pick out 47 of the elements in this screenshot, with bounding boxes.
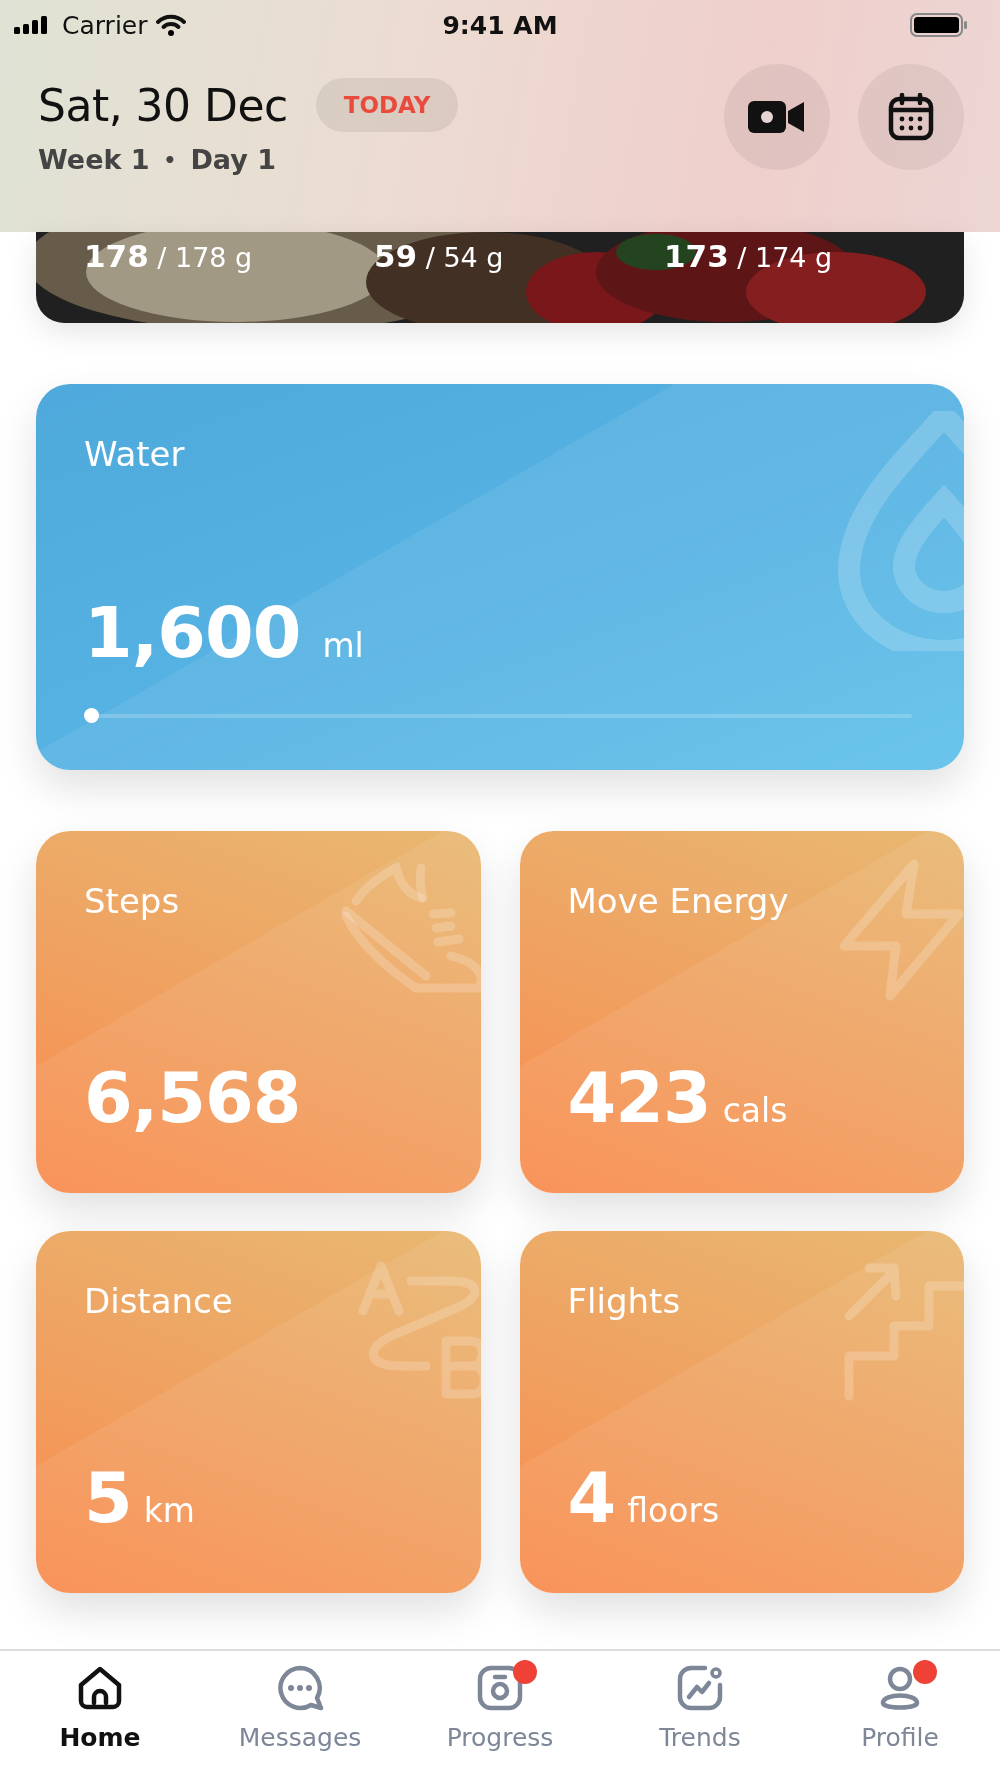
macro-amount: 173 / 174 g [664,238,834,274]
tab-bar-item[interactable]: Trends [600,1651,800,1778]
tab-label: Trends [659,1723,741,1752]
week-label: Week 1 [38,144,150,175]
activity-card[interactable]: Distance 5 km [36,1231,481,1593]
activity-title: Flights [567,1281,682,1321]
tab-label: Profile [861,1723,939,1752]
activity-unit: floors [627,1491,720,1530]
tab-bar-item[interactable]: Profile [800,1651,1000,1778]
scale-icon [475,1663,525,1713]
tab-label: Progress [446,1723,554,1752]
tab-bar-item[interactable]: Messages [200,1651,400,1778]
battery-icon [910,12,968,38]
activity-unit: cals [722,1091,788,1130]
activity-card[interactable]: Flights 4 floors [519,1231,964,1593]
tab-label: Home [59,1723,141,1752]
water-slider[interactable] [84,708,912,723]
wifi-icon [155,14,186,36]
activity-title: Steps [84,881,181,921]
tab-bar-item[interactable]: Home [0,1651,200,1778]
carrier-name: Carrier [62,10,148,40]
activity-card[interactable]: Steps 6,568 [36,831,481,1193]
water-unit: ml [322,626,364,665]
water-title: Water [84,434,186,474]
status-time: 9:41 AM [442,10,558,40]
activity-value: 6,568 [84,1057,301,1139]
calendar-icon [888,92,934,141]
water-card[interactable]: Water 1,600 ml [36,384,964,770]
day-label: Day 1 [190,144,276,175]
activity-title: Move Energy [567,881,790,921]
today-button[interactable]: TODAY [315,78,459,132]
separator-dot: • [163,147,177,172]
date-title: Sat, 30 Dec [38,79,288,131]
tab-bar-item[interactable]: Progress [400,1651,600,1778]
trend-chart-icon [675,1663,725,1713]
chat-bubble-icon [275,1663,325,1713]
activity-unit: km [143,1491,195,1530]
activity-value: 5 [84,1457,132,1539]
activity-card[interactable]: Move Energy 423 cals [519,831,964,1193]
macro-amount: 59 / 54 g [374,238,505,274]
activity-value: 423 [567,1057,711,1139]
macro-amount: 178 / 178 g [84,238,254,274]
activity-title: Distance [84,1281,234,1321]
activity-value: 4 [567,1457,616,1539]
video-camera-icon [748,98,806,135]
water-amount: 1,600 [84,592,301,674]
tab-label: Messages [238,1723,362,1752]
